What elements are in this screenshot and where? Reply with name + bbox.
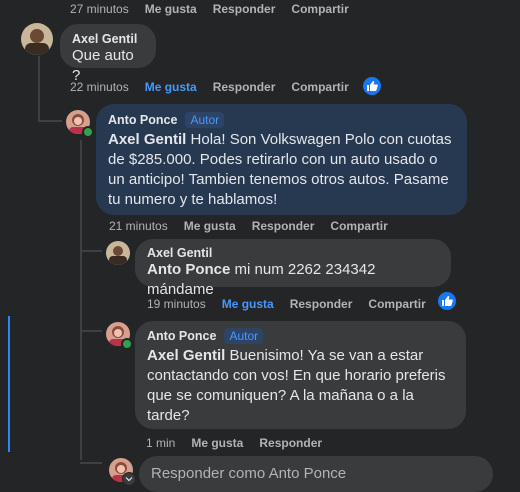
comment-text: Axel Gentil Buenisimo! Ya se van a estar… — [147, 346, 454, 426]
mention-link[interactable]: Anto Ponce — [147, 261, 230, 278]
like-button[interactable]: Me gusta — [145, 2, 197, 16]
reply-button[interactable]: Responder — [213, 80, 276, 94]
comment-actions: 1 min Me gusta Responder — [146, 436, 338, 450]
author-badge: Autor — [224, 328, 264, 344]
avatar[interactable] — [21, 23, 53, 55]
comment-actions: 22 minutos Me gusta Responder Compartir — [70, 80, 365, 94]
like-button[interactable]: Me gusta — [145, 80, 197, 94]
comment-actions: 21 minutos Me gusta Responder Compartir — [109, 219, 404, 233]
comment-text: Axel Gentil Hola! Son Volkswagen Polo co… — [108, 130, 455, 210]
thread-line — [80, 250, 102, 252]
chevron-down-icon[interactable] — [122, 472, 136, 486]
thread-line — [80, 330, 102, 332]
mention-link[interactable]: Axel Gentil — [108, 131, 186, 148]
like-button[interactable]: Me gusta — [184, 219, 236, 233]
comment-actions: 27 minutos Me gusta Responder Compartir — [70, 2, 365, 16]
comment-author[interactable]: Anto Ponce — [108, 113, 177, 127]
reply-input-placeholder: Responder como Anto Ponce — [151, 465, 347, 482]
comment-time[interactable]: 1 min — [146, 436, 175, 450]
comment-bubble: Axel Gentil Que auto ? — [60, 24, 156, 84]
focus-indicator — [8, 316, 10, 452]
reply-input[interactable]: Responder como Anto Ponce — [139, 456, 493, 492]
reply-button[interactable]: Responder — [213, 2, 276, 16]
share-button[interactable]: Compartir — [368, 297, 425, 311]
comment-header: Anto Ponce Autor — [147, 328, 454, 344]
mention-link[interactable]: Axel Gentil — [147, 347, 225, 364]
comment-time[interactable]: 27 minutos — [70, 2, 129, 16]
thumbs-up-icon[interactable] — [361, 75, 383, 97]
author-badge: Autor — [185, 112, 225, 128]
comment-bubble: Anto Ponce Autor Axel Gentil Hola! Son V… — [96, 104, 467, 215]
comment-author[interactable]: Axel Gentil — [147, 246, 439, 260]
reply-button[interactable]: Responder — [252, 219, 315, 233]
thread-line — [38, 56, 40, 120]
share-button[interactable]: Compartir — [291, 2, 348, 16]
avatar[interactable] — [106, 241, 130, 265]
reply-button[interactable]: Responder — [259, 436, 322, 450]
comment-author[interactable]: Anto Ponce — [147, 329, 216, 343]
comment-bubble: Anto Ponce Autor Axel Gentil Buenisimo! … — [135, 321, 466, 429]
online-status-dot — [82, 126, 94, 138]
online-status-dot — [121, 338, 133, 350]
comment-actions: 19 minutos Me gusta Responder Compartir — [147, 297, 442, 311]
thread-line — [38, 120, 62, 122]
share-button[interactable]: Compartir — [330, 219, 387, 233]
thread-line — [80, 140, 82, 460]
comment-text: Anto Ponce mi num 2262 234342 mándame — [147, 260, 439, 300]
comment-author[interactable]: Axel Gentil — [72, 32, 144, 46]
reply-button[interactable]: Responder — [290, 297, 353, 311]
comment-time[interactable]: 19 minutos — [147, 297, 206, 311]
thumbs-up-icon[interactable] — [436, 290, 458, 312]
like-button[interactable]: Me gusta — [191, 436, 243, 450]
comment-time[interactable]: 22 minutos — [70, 80, 129, 94]
comment-time[interactable]: 21 minutos — [109, 219, 168, 233]
share-button[interactable]: Compartir — [291, 80, 348, 94]
comment-bubble: Axel Gentil Anto Ponce mi num 2262 23434… — [135, 239, 451, 298]
comment-header: Anto Ponce Autor — [108, 112, 455, 128]
like-button[interactable]: Me gusta — [222, 297, 274, 311]
thread-line — [80, 462, 102, 464]
